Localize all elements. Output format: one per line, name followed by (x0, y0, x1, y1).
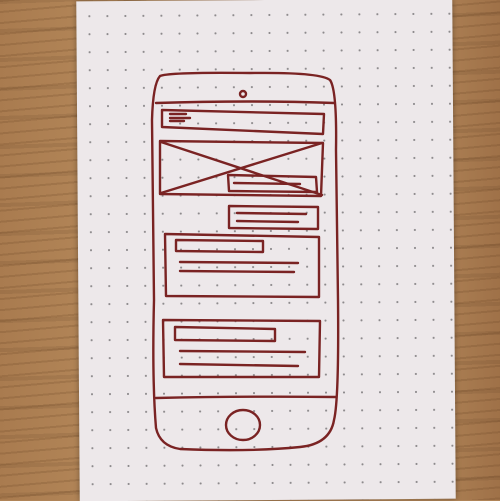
camera-icon (238, 89, 248, 99)
wireframe-sketch (150, 71, 340, 452)
text-card-2-line-1 (178, 349, 307, 354)
text-card-1 (163, 232, 321, 299)
small-tag-text-1 (235, 211, 308, 216)
text-card-1-heading (174, 238, 265, 254)
caption-tag-text (232, 181, 302, 186)
top-divider (154, 100, 336, 105)
text-card-1-line-1 (178, 260, 300, 265)
image-placeholder-cross (159, 140, 324, 197)
text-card-2-line-2 (178, 362, 300, 368)
text-card-1-line-2 (178, 269, 296, 274)
small-tag-text-2 (235, 219, 300, 224)
bottom-divider (154, 395, 338, 400)
text-card-2-heading (173, 325, 277, 343)
home-button (224, 408, 262, 442)
hamburger-menu-icon (168, 112, 192, 123)
small-tag (227, 204, 320, 231)
